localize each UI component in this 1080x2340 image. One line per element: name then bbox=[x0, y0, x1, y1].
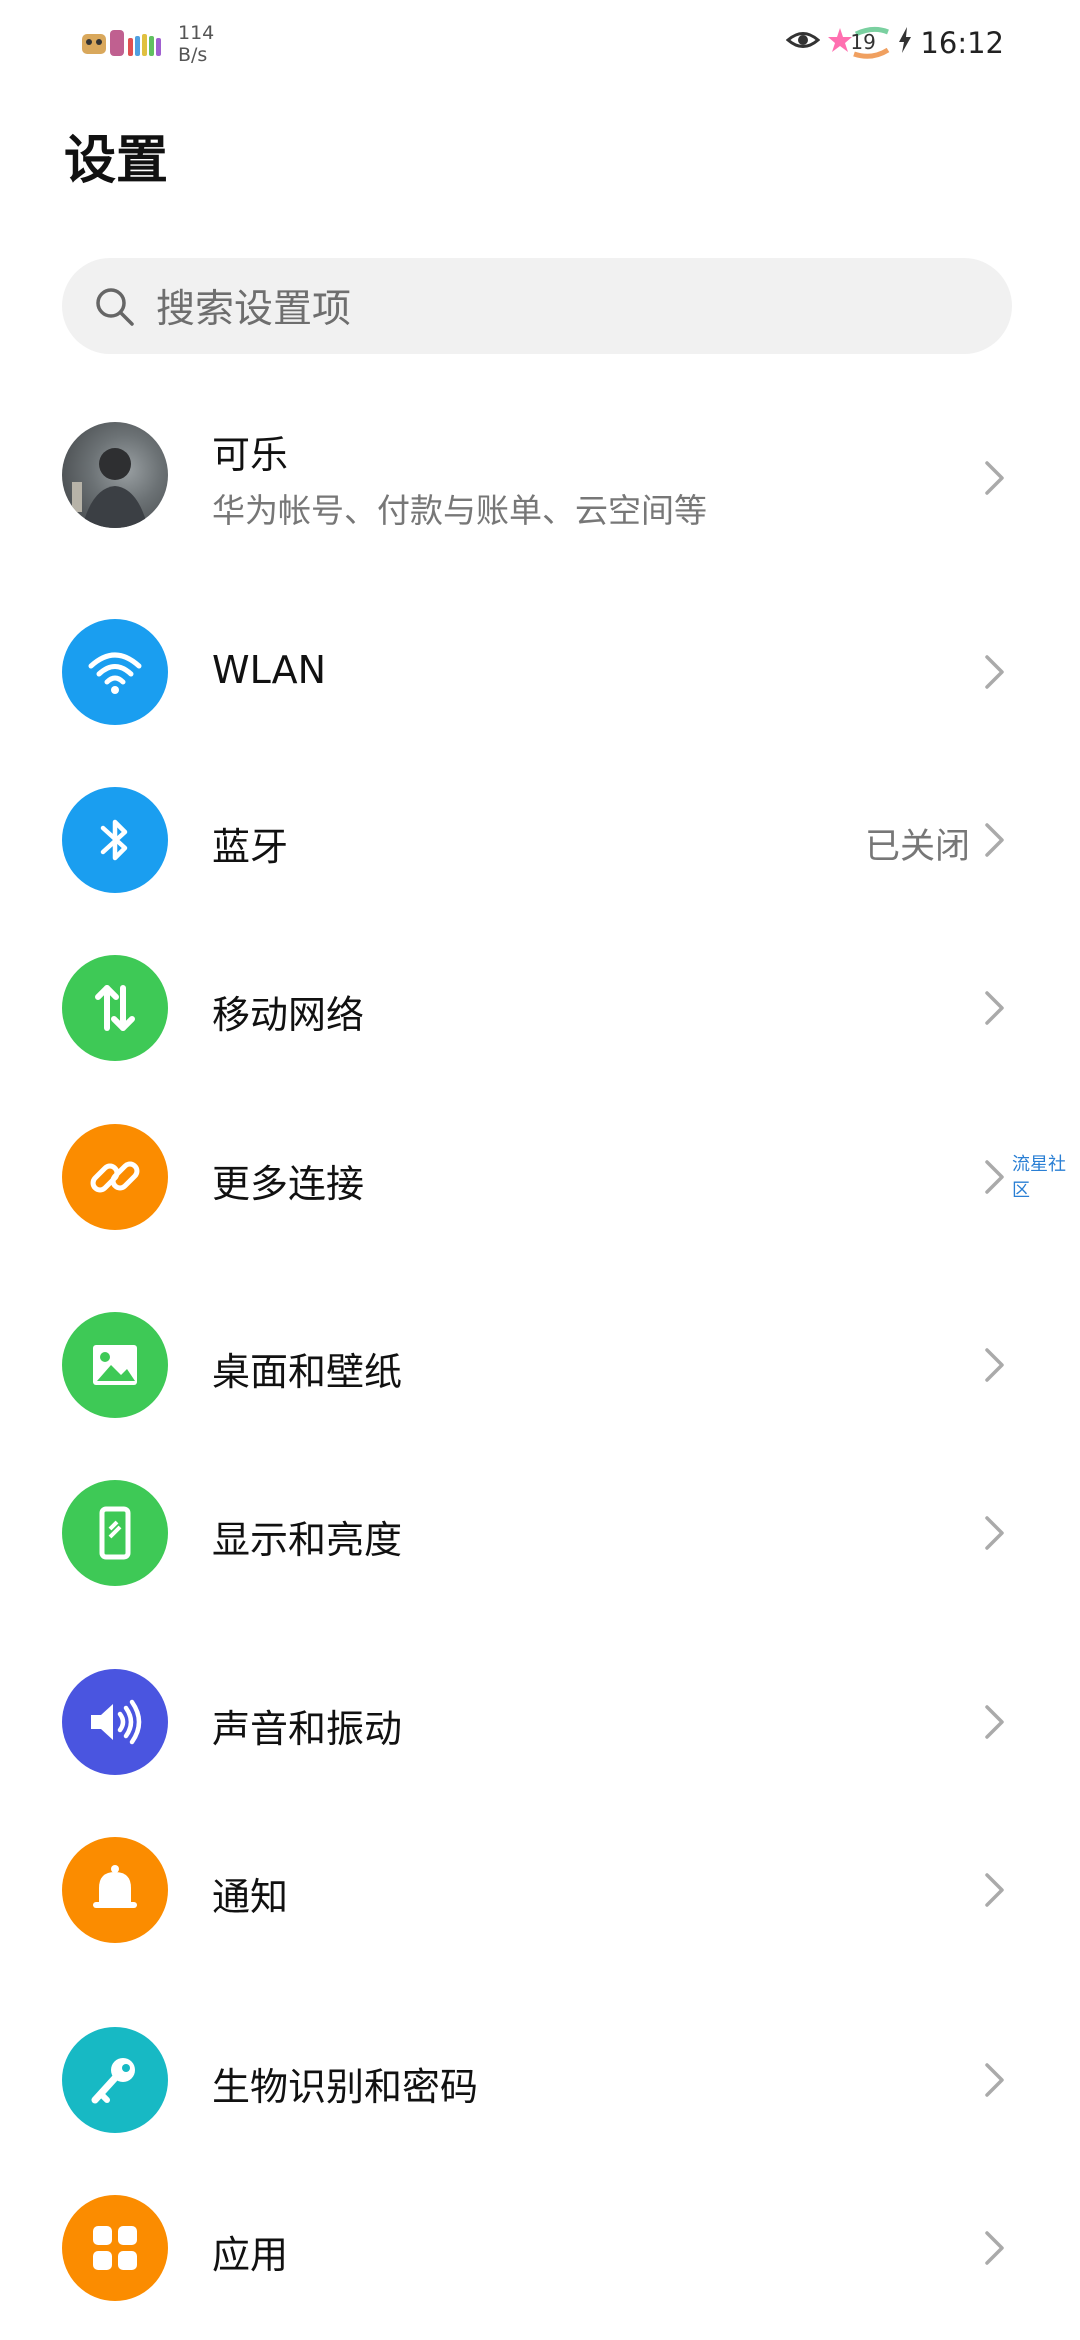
chevron-right-icon bbox=[982, 1157, 1008, 1197]
search-input[interactable]: 搜索设置项 bbox=[62, 258, 1012, 354]
settings-row-label: 移动网络 bbox=[212, 993, 365, 1037]
settings-row-label: 应用 bbox=[212, 2233, 289, 2277]
wallpaper-icon bbox=[62, 1312, 168, 1418]
settings-row-link[interactable]: 更多连接 bbox=[0, 1107, 1080, 1247]
settings-row-label: WLAN bbox=[212, 648, 327, 692]
settings-row-label: 通知 bbox=[212, 1875, 289, 1919]
chevron-right-icon bbox=[982, 988, 1008, 1028]
search-placeholder: 搜索设置项 bbox=[156, 287, 352, 332]
account-subtitle: 华为帐号、付款与账单、云空间等 bbox=[212, 491, 707, 530]
sticker-badge-count: 19 bbox=[850, 30, 876, 54]
apps-icon bbox=[62, 2195, 168, 2301]
account-row[interactable]: 可乐 华为帐号、付款与账单、云空间等 bbox=[0, 410, 1080, 550]
settings-row-bell[interactable]: 通知 bbox=[0, 1820, 1080, 1960]
link-icon bbox=[62, 1124, 168, 1230]
account-name: 可乐 bbox=[212, 433, 289, 477]
settings-row-label: 更多连接 bbox=[212, 1162, 365, 1206]
network-speed-unit: B/s bbox=[178, 44, 208, 66]
wifi-icon bbox=[62, 619, 168, 725]
mobile-data-icon bbox=[62, 955, 168, 1061]
settings-row-mobile-data[interactable]: 移动网络 bbox=[0, 938, 1080, 1078]
charging-icon bbox=[898, 26, 912, 60]
sticker-badge-icon: 19 bbox=[828, 24, 890, 62]
network-speed: 114 B/s bbox=[178, 22, 214, 66]
chevron-right-icon bbox=[982, 1345, 1008, 1385]
page-title: 设置 bbox=[64, 131, 169, 191]
notification-icons bbox=[78, 24, 164, 64]
eye-comfort-icon bbox=[786, 26, 821, 60]
settings-row-label: 生物识别和密码 bbox=[212, 2065, 479, 2109]
settings-row-apps[interactable]: 应用 bbox=[0, 2178, 1080, 2318]
settings-row-bluetooth[interactable]: 蓝牙 已关闭 bbox=[0, 770, 1080, 910]
settings-row-label: 蓝牙 bbox=[212, 825, 289, 869]
settings-row-key[interactable]: 生物识别和密码 bbox=[0, 2010, 1080, 2150]
settings-row-value: 已关闭 bbox=[864, 827, 970, 867]
avatar bbox=[62, 422, 168, 528]
key-icon bbox=[62, 2027, 168, 2133]
sound-icon bbox=[62, 1669, 168, 1775]
chevron-right-icon bbox=[982, 820, 1008, 860]
settings-row-display[interactable]: 显示和亮度 bbox=[0, 1463, 1080, 1603]
watermark: 流星社区 bbox=[1012, 1154, 1066, 1201]
search-icon bbox=[92, 284, 136, 328]
chevron-right-icon bbox=[982, 2060, 1008, 2100]
chevron-right-icon bbox=[982, 1702, 1008, 1742]
chevron-right-icon bbox=[982, 458, 1008, 498]
network-speed-value: 114 bbox=[178, 22, 215, 44]
bluetooth-icon bbox=[62, 787, 168, 893]
chevron-right-icon bbox=[982, 2228, 1008, 2268]
status-bar: 114 B/s 19 16:12 bbox=[0, 0, 1080, 90]
chevron-right-icon bbox=[982, 1513, 1008, 1553]
status-right: 19 16:12 bbox=[786, 24, 1004, 62]
settings-row-label: 显示和亮度 bbox=[212, 1518, 403, 1562]
display-icon bbox=[62, 1480, 168, 1586]
status-left: 114 B/s bbox=[78, 22, 214, 66]
chevron-right-icon bbox=[982, 1870, 1008, 1910]
settings-row-wifi[interactable]: WLAN bbox=[0, 602, 1080, 742]
settings-row-label: 声音和振动 bbox=[212, 1707, 403, 1751]
clock: 16:12 bbox=[920, 26, 1004, 60]
settings-row-label: 桌面和壁纸 bbox=[212, 1350, 403, 1394]
settings-row-sound[interactable]: 声音和振动 bbox=[0, 1652, 1080, 1792]
bell-icon bbox=[62, 1837, 168, 1943]
chevron-right-icon bbox=[982, 652, 1008, 692]
settings-row-wallpaper[interactable]: 桌面和壁纸 bbox=[0, 1295, 1080, 1435]
